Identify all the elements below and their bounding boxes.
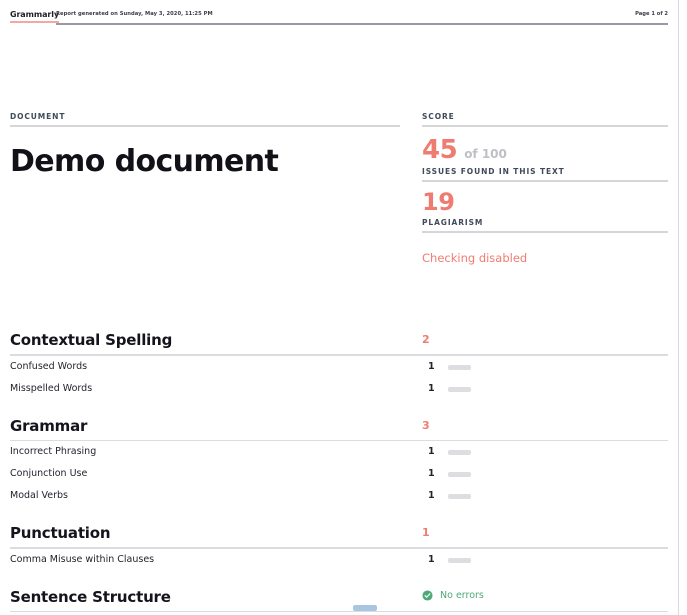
category-count: 2 xyxy=(422,333,430,346)
issue-row: Modal Verbs 1 xyxy=(10,485,668,507)
category-title: Contextual Spelling xyxy=(10,331,173,349)
document-title: Demo document xyxy=(10,144,279,179)
issue-bar xyxy=(448,557,471,563)
issue-row: Incorrect Phrasing 1 xyxy=(10,441,668,463)
report-header: Grammarly Report generated on Sunday, Ma… xyxy=(10,9,668,25)
page-edge-border xyxy=(678,0,679,615)
issue-row: Misspelled Words 1 xyxy=(10,378,668,400)
category-spacer xyxy=(10,571,668,585)
no-errors-label: No errors xyxy=(440,589,484,601)
category-title: Sentence Structure xyxy=(10,587,171,606)
issue-count: 1 xyxy=(428,468,435,480)
check-circle-icon xyxy=(422,590,433,601)
plagiarism-label: PLAGIARISM xyxy=(422,218,484,227)
category-divider xyxy=(10,610,668,613)
issues-value: 19 xyxy=(422,188,455,216)
page-number-label: Page 1 of 2 xyxy=(635,11,668,17)
category-spacer xyxy=(10,400,668,414)
issue-bar xyxy=(448,386,471,392)
document-panel: DOCUMENT Demo document xyxy=(10,112,400,179)
score-value: 45 xyxy=(422,135,458,165)
issue-row: Confused Words 1 xyxy=(10,356,668,378)
issue-count: 1 xyxy=(428,553,435,565)
issue-categories-list: Contextual Spelling 2 Confused Words 1 Missp… xyxy=(10,330,668,614)
category-header: Sentence Structure No errors xyxy=(10,587,668,611)
score-max-label: of 100 xyxy=(464,147,507,161)
category-spacer xyxy=(10,507,668,521)
category-title: Grammar xyxy=(10,416,88,435)
issue-row: Comma Misuse within Clauses 1 xyxy=(10,549,668,571)
issue-count: 1 xyxy=(428,490,435,502)
score-divider xyxy=(422,125,668,127)
issue-bar xyxy=(448,450,471,456)
issue-category: Contextual Spelling 2 Confused Words 1 Missp… xyxy=(10,330,668,414)
category-no-errors: No errors xyxy=(422,590,484,602)
issue-label: Modal Verbs xyxy=(10,490,69,502)
category-count: 3 xyxy=(422,418,430,432)
issue-bar xyxy=(448,494,471,500)
issue-count: 1 xyxy=(428,446,435,458)
score-panel: SCORE 45 of 100 ISSUES FOUND IN THIS TEX… xyxy=(422,112,668,273)
issue-label: Misspelled Words xyxy=(10,382,93,394)
score-label: SCORE xyxy=(422,112,455,121)
document-panel-label: DOCUMENT xyxy=(10,112,66,121)
selection-highlight-bar xyxy=(353,605,377,611)
issue-bar xyxy=(448,472,471,478)
issue-count: 1 xyxy=(428,360,435,372)
plagiarism-divider xyxy=(422,231,668,233)
issue-label: Confused Words xyxy=(10,360,88,372)
issue-label: Conjunction Use xyxy=(10,468,88,480)
category-header: Punctuation 1 xyxy=(10,523,668,547)
issues-value-row: 19 xyxy=(422,188,668,218)
issue-category: Grammar 3 Incorrect Phrasing 1 Conjunction U… xyxy=(10,416,668,522)
report-generated-text: Report generated on Sunday, May 3, 2020,… xyxy=(56,11,213,17)
plagiarism-status: Checking disabled xyxy=(422,251,528,265)
category-title: Punctuation xyxy=(10,524,111,543)
plagiarism-value-row: Checking disabled xyxy=(422,247,668,273)
issue-label: Incorrect Phrasing xyxy=(10,446,97,458)
issue-count: 1 xyxy=(428,382,435,394)
category-header: Grammar 3 xyxy=(10,416,668,440)
header-divider xyxy=(56,23,668,25)
issue-category: Sentence Structure No errors xyxy=(10,587,668,613)
issue-category: Punctuation 1 Comma Misuse within Clauses 1 xyxy=(10,523,668,585)
issues-label: ISSUES FOUND IN THIS TEXT xyxy=(422,167,565,176)
category-header: Contextual Spelling 2 xyxy=(10,330,668,354)
issue-label: Comma Misuse within Clauses xyxy=(10,553,155,565)
grammarly-logo: Grammarly xyxy=(10,10,59,23)
score-value-row: 45 of 100 xyxy=(422,137,668,167)
category-count: 1 xyxy=(422,526,430,540)
issues-divider xyxy=(422,180,668,182)
issue-bar xyxy=(448,364,471,370)
issue-row: Conjunction Use 1 xyxy=(10,463,668,485)
document-panel-divider xyxy=(10,125,400,127)
